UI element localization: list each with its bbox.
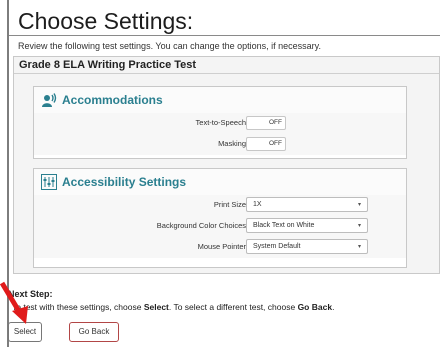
setting-row-mouse-pointer: Mouse Pointer System Default ▾ [34, 237, 406, 258]
background-color-select[interactable]: Black Text on White ▾ [246, 218, 368, 233]
toggle-state: OFF [269, 140, 282, 147]
title-divider [9, 35, 440, 36]
setting-row-print-size: Print Size 1X ▾ [34, 195, 406, 217]
text-to-speech-label: Text-to-Speech [195, 118, 246, 127]
next-step-select-word: Select [143, 302, 169, 312]
setting-row-masking: Masking OFF [34, 134, 406, 155]
next-step-middle: . To select a different test, choose [168, 302, 298, 312]
select-button[interactable]: Select [8, 322, 42, 342]
mouse-pointer-label: Mouse Pointer [197, 242, 246, 251]
chevron-down-icon: ▾ [357, 244, 361, 250]
accommodations-header: Accommodations [34, 87, 406, 114]
background-color-label: Background Color Choices [156, 221, 246, 230]
page-title: Choose Settings: [18, 8, 194, 34]
accessibility-settings-section: Accessibility Settings Print Size 1X ▾ B… [33, 168, 407, 268]
next-step-back-word: Go Back [297, 302, 333, 312]
chevron-down-icon: ▾ [357, 223, 361, 229]
setting-row-background-color: Background Color Choices Black Text on W… [34, 216, 406, 238]
text-to-speech-toggle[interactable]: OFF [246, 116, 286, 130]
test-name: Grade 8 ELA Writing Practice Test [19, 59, 197, 71]
select-value: System Default [253, 243, 301, 250]
accessibility-settings-icon [41, 174, 57, 190]
accessibility-settings-title: Accessibility Settings [62, 175, 187, 189]
next-step-suffix: . [332, 302, 335, 312]
test-header: Grade 8 ELA Writing Practice Test [14, 57, 439, 74]
toggle-knob [249, 119, 257, 127]
accessibility-settings-header: Accessibility Settings [34, 169, 406, 196]
next-step-instructions: To test with these settings, choose Sele… [12, 302, 334, 312]
page-intro: Review the following test settings. You … [18, 41, 322, 51]
test-settings-panel: Grade 8 ELA Writing Practice Test Accomm… [13, 56, 440, 274]
accommodations-title: Accommodations [62, 93, 163, 107]
chevron-down-icon: ▾ [357, 202, 361, 208]
accommodations-icon [42, 93, 57, 107]
toggle-knob [249, 140, 257, 148]
go-back-button[interactable]: Go Back [69, 322, 119, 342]
toggle-state: OFF [269, 119, 282, 126]
accommodations-section: Accommodations Text-to-Speech OFF Maskin… [33, 86, 407, 159]
select-value: Black Text on White [253, 222, 315, 229]
mouse-pointer-select[interactable]: System Default ▾ [246, 239, 368, 254]
print-size-select[interactable]: 1X ▾ [246, 197, 368, 212]
print-size-label: Print Size [213, 200, 246, 209]
masking-toggle[interactable]: OFF [246, 137, 286, 151]
select-value: 1X [253, 201, 262, 208]
masking-label: Masking [218, 139, 246, 148]
red-arrow-annotation-icon [0, 281, 28, 324]
setting-row-text-to-speech: Text-to-Speech OFF [34, 113, 406, 135]
